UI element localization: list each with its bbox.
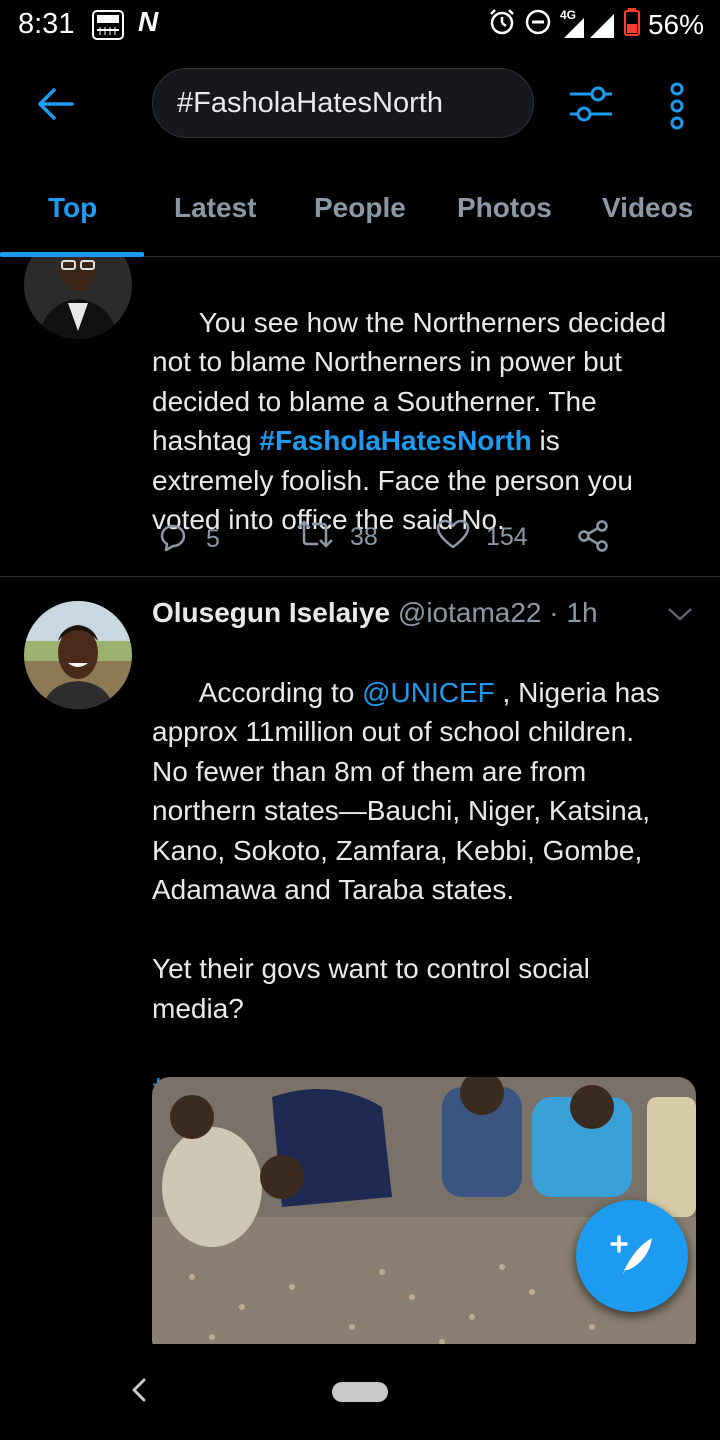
back-arrow-icon[interactable] bbox=[36, 84, 76, 124]
hashtag-link[interactable]: #FasholaHatesNorth bbox=[259, 425, 531, 456]
compose-tweet-button[interactable] bbox=[576, 1200, 688, 1312]
status-bar: 8:31 N 4G 56% bbox=[0, 0, 720, 50]
compose-feather-icon bbox=[606, 1230, 658, 1287]
nav-home-pill[interactable] bbox=[332, 1382, 388, 1402]
nav-back-icon[interactable] bbox=[128, 1376, 148, 1409]
avatar[interactable] bbox=[24, 257, 132, 339]
tab-people[interactable]: People bbox=[314, 192, 406, 224]
battery-percent: 56% bbox=[647, 8, 704, 40]
tab-latest[interactable]: Latest bbox=[174, 192, 256, 224]
tweet-divider bbox=[0, 576, 720, 577]
share-button[interactable] bbox=[576, 519, 610, 560]
n-notification-icon: N bbox=[138, 6, 159, 37]
share-icon bbox=[576, 519, 610, 560]
chevron-down-icon[interactable] bbox=[666, 605, 694, 628]
search-header: #FasholaHatesNorth bbox=[0, 60, 720, 150]
retweet-button[interactable]: 38 bbox=[296, 519, 378, 556]
tab-photos[interactable]: Photos bbox=[457, 192, 552, 224]
battery-icon bbox=[623, 8, 640, 41]
reply-button[interactable]: 5 bbox=[156, 519, 220, 560]
status-time: 8:31 bbox=[18, 8, 75, 40]
alarm-icon bbox=[488, 8, 516, 41]
reply-icon bbox=[156, 519, 190, 560]
heart-icon bbox=[436, 519, 470, 556]
more-options-icon[interactable] bbox=[662, 82, 692, 130]
author-name[interactable]: Olusegun Iselaiye bbox=[152, 597, 390, 628]
search-filter-icon[interactable] bbox=[568, 84, 614, 126]
retweet-count: 38 bbox=[350, 523, 378, 551]
reply-count: 5 bbox=[206, 525, 220, 553]
signal-4g-icon: 4G bbox=[559, 7, 616, 40]
mention-link[interactable]: @UNICEF bbox=[362, 677, 495, 708]
search-query: #FasholaHatesNorth bbox=[177, 87, 443, 119]
system-nav-bar bbox=[0, 1344, 720, 1440]
search-tabs: Top Latest People Photos Videos bbox=[0, 180, 720, 257]
retweet-icon bbox=[296, 519, 334, 556]
search-input[interactable]: #FasholaHatesNorth bbox=[152, 68, 534, 138]
avatar[interactable] bbox=[24, 601, 132, 709]
radio-notification-icon bbox=[92, 10, 124, 45]
like-button[interactable]: 154 bbox=[436, 519, 528, 556]
do-not-disturb-icon bbox=[524, 8, 552, 41]
tab-top[interactable]: Top bbox=[48, 192, 97, 224]
tweet-text: According to @UNICEF , Nigeria has appro… bbox=[152, 633, 692, 1147]
like-count: 154 bbox=[486, 523, 528, 551]
network-type: 4G bbox=[559, 7, 576, 22]
tweet-feed[interactable]: You see how the Northerners decided not … bbox=[0, 257, 720, 1344]
tweet-actions: 5 38 154 bbox=[152, 519, 672, 559]
tab-videos[interactable]: Videos bbox=[602, 192, 693, 224]
tweet-author-line[interactable]: Olusegun Iselaiye @iotama22 · 1h bbox=[152, 597, 598, 629]
author-handle[interactable]: @iotama22 bbox=[398, 597, 542, 628]
tweet-time: · 1h bbox=[541, 597, 598, 628]
